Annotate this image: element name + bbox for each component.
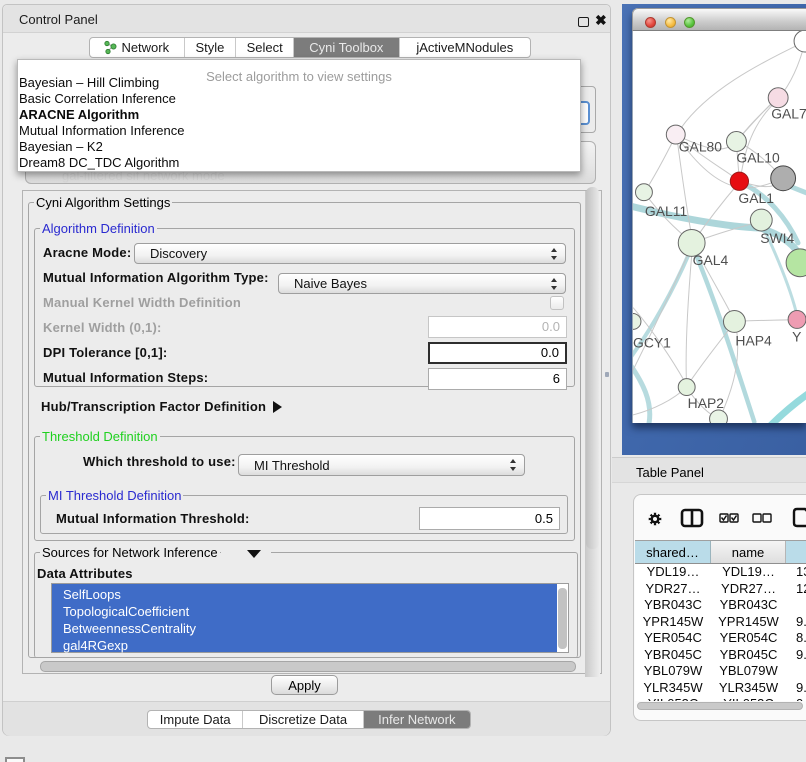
svg-text:HAP4: HAP4 bbox=[735, 332, 772, 348]
svg-text:GAL10: GAL10 bbox=[736, 149, 780, 165]
svg-text:GAL80: GAL80 bbox=[679, 138, 723, 154]
svg-text:HAP2: HAP2 bbox=[688, 395, 725, 411]
svg-text:GAL1: GAL1 bbox=[738, 190, 774, 206]
svg-text:GAL4: GAL4 bbox=[693, 252, 729, 268]
svg-text:GAL11: GAL11 bbox=[645, 203, 688, 219]
svg-text:SWI4: SWI4 bbox=[760, 230, 794, 246]
svg-text:Y: Y bbox=[792, 328, 801, 344]
svg-text:GAL7: GAL7 bbox=[771, 106, 806, 122]
svg-text:GCY1: GCY1 bbox=[633, 334, 671, 350]
